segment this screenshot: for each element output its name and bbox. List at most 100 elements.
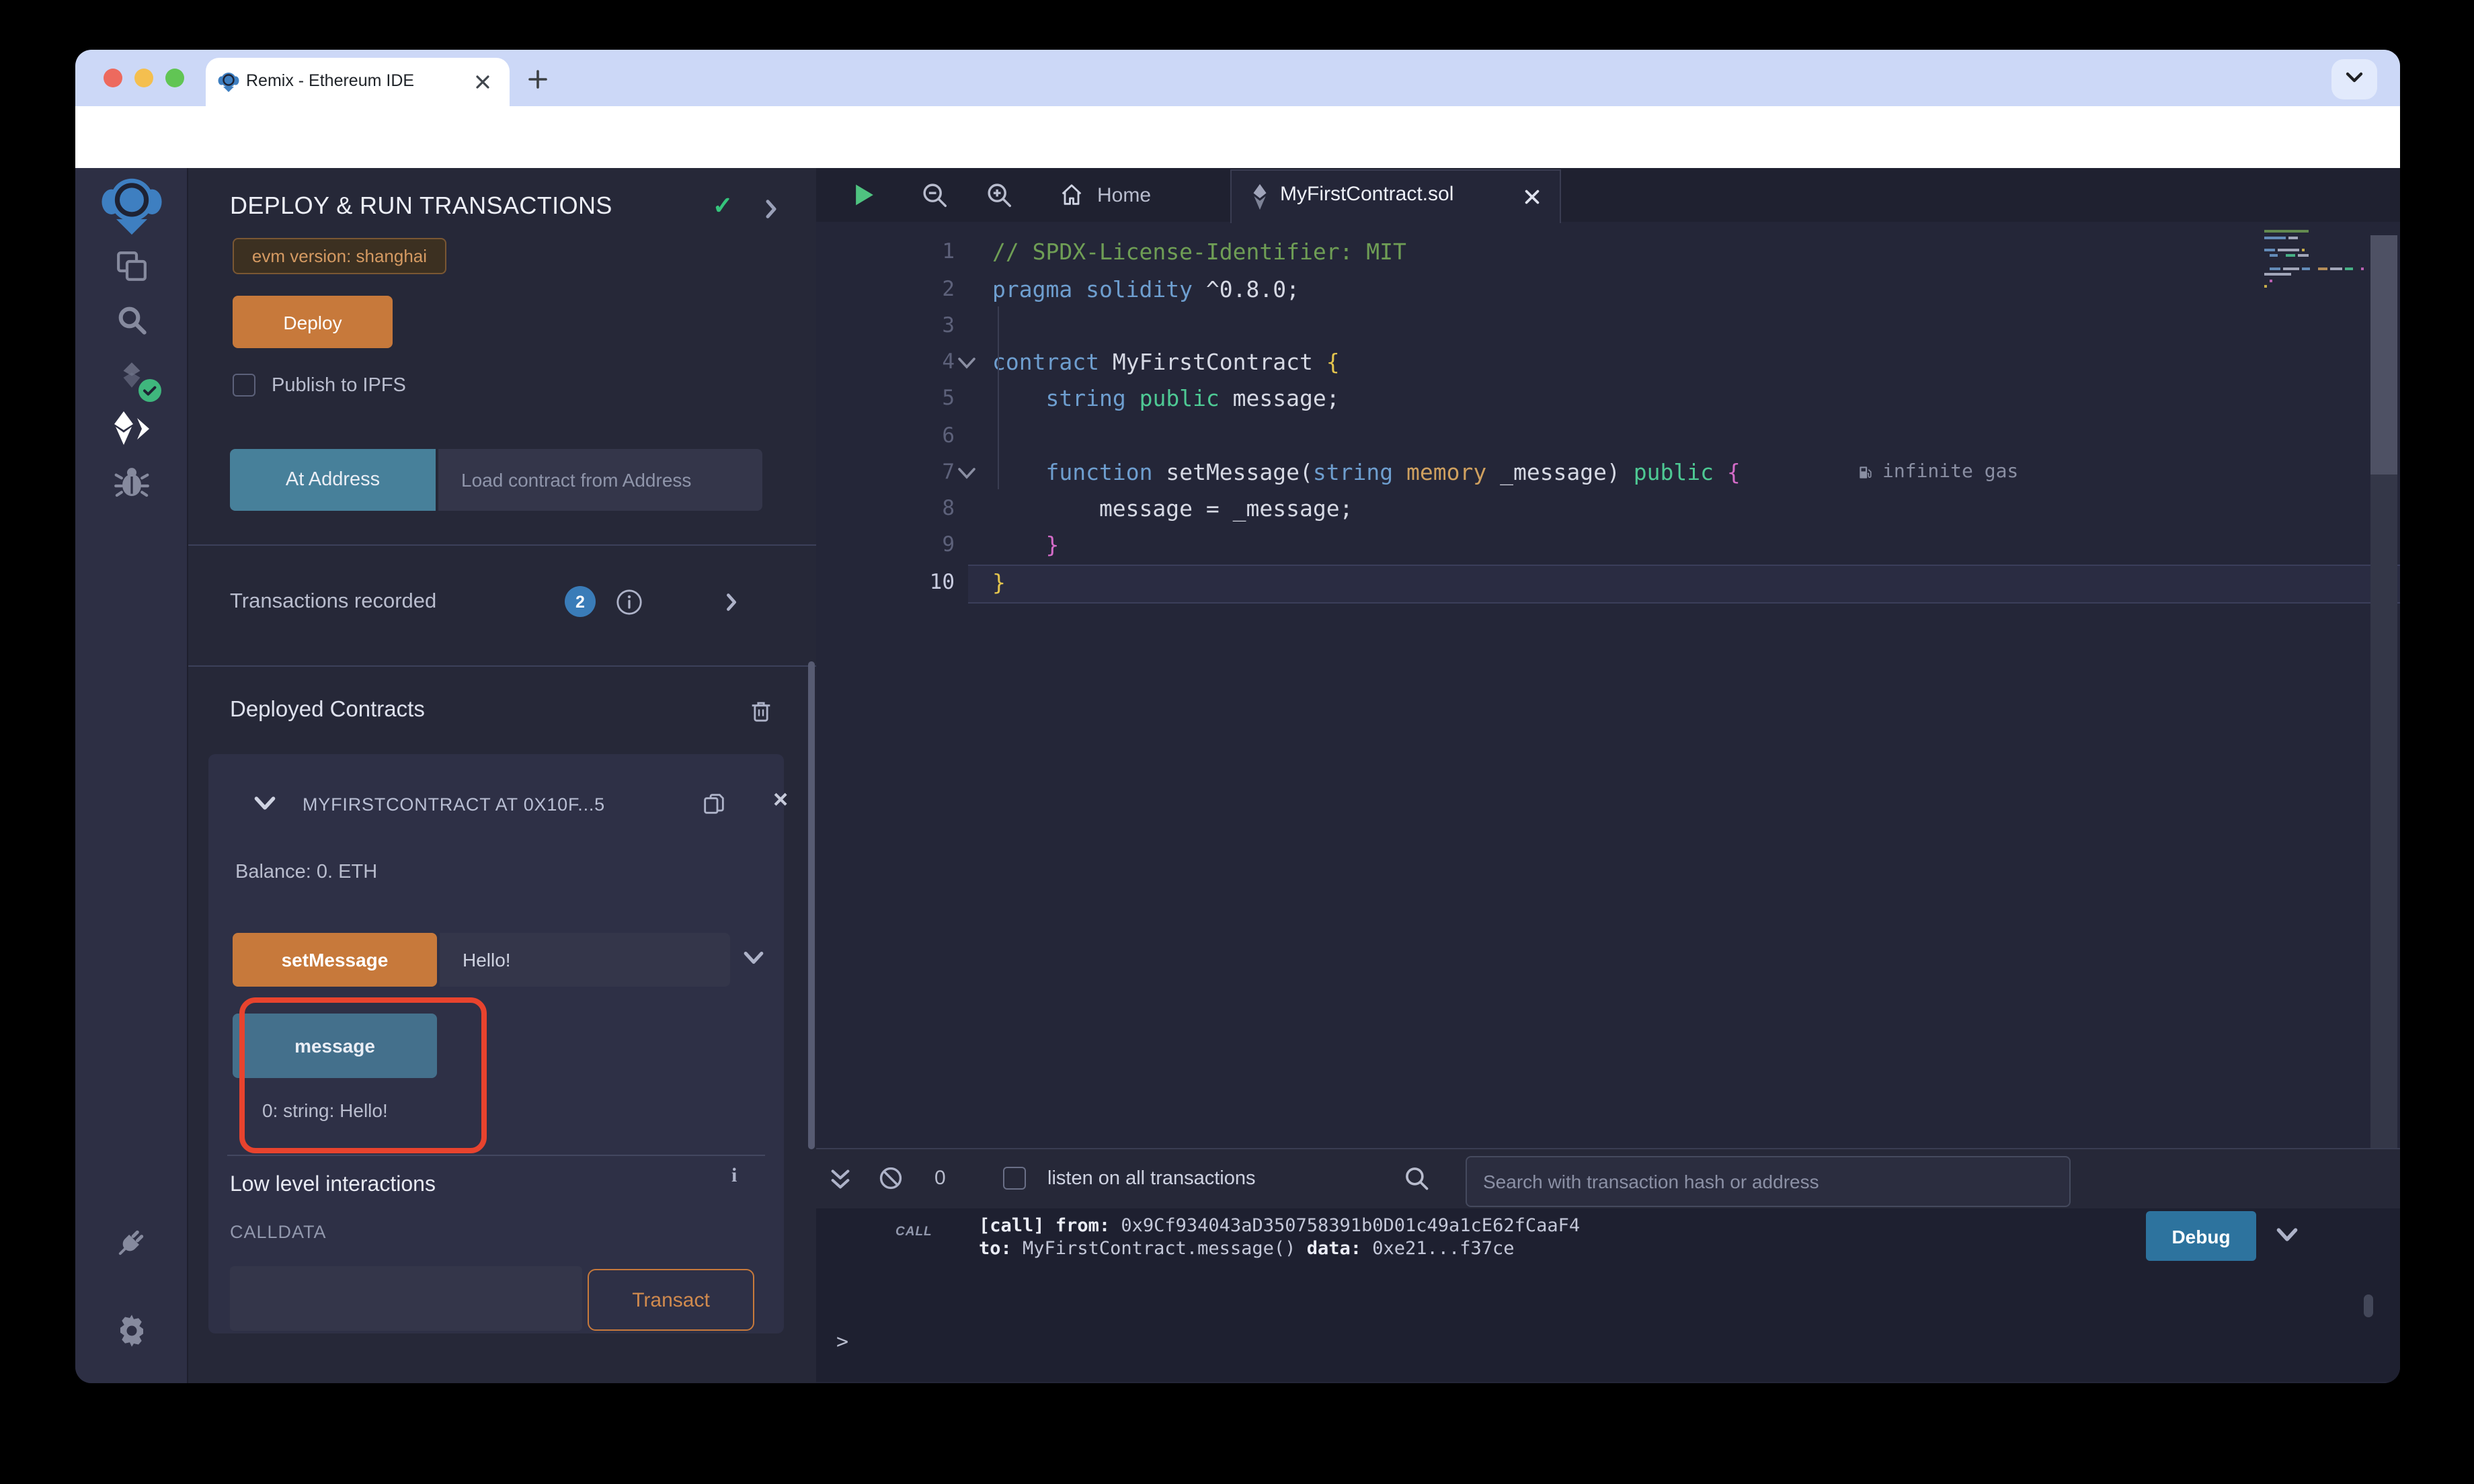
close-file-tab-icon[interactable] bbox=[1522, 187, 1542, 207]
maximize-window-button[interactable] bbox=[165, 69, 184, 87]
set-message-input[interactable] bbox=[440, 933, 730, 987]
publish-ipfs-label: Publish to IPFS bbox=[272, 375, 406, 397]
panel-collapse-chevron-icon[interactable] bbox=[764, 199, 779, 219]
browser-window: Remix - Ethereum IDE bbox=[75, 50, 2400, 1383]
code-line[interactable]: 5 string public message; bbox=[816, 381, 2400, 417]
code-line[interactable]: 8 message = _message; bbox=[816, 491, 2400, 527]
fold-chevron-icon[interactable] bbox=[957, 464, 976, 483]
panel-check-icon: ✓ bbox=[713, 192, 733, 220]
transactions-recorded-label: Transactions recorded bbox=[230, 590, 436, 614]
tab-title: Remix - Ethereum IDE bbox=[246, 71, 414, 90]
tab-file-label: MyFirstContract.sol bbox=[1280, 183, 1453, 206]
expand-params-chevron-icon[interactable] bbox=[744, 950, 764, 965]
tab-file-active[interactable]: MyFirstContract.sol bbox=[1230, 169, 1561, 223]
transactions-expand-chevron-icon[interactable] bbox=[725, 593, 738, 612]
calldata-label: CALLDATA bbox=[230, 1222, 327, 1242]
code-line[interactable]: 1// SPDX-License-Identifier: MIT bbox=[816, 235, 2400, 271]
deployed-contracts-heading: Deployed Contracts bbox=[230, 698, 425, 723]
publish-ipfs-checkbox[interactable] bbox=[233, 374, 255, 397]
debugger-icon[interactable] bbox=[75, 462, 187, 500]
zoom-out-icon[interactable] bbox=[921, 181, 949, 210]
editor-minimap[interactable] bbox=[2264, 230, 2372, 305]
compile-success-badge bbox=[138, 379, 161, 402]
new-tab-button[interactable] bbox=[524, 66, 551, 93]
panel-scrollbar[interactable] bbox=[808, 661, 815, 1149]
terminal-log-line: [call] from: 0x9Cf934043aD350758391b0D01… bbox=[979, 1215, 1580, 1237]
remix-favicon-icon bbox=[218, 71, 239, 93]
gas-annotation: infinite gas bbox=[1857, 454, 2018, 491]
browser-toolbar: remix.ethereum.org/#lang=en&optimize=fal… bbox=[75, 106, 2400, 168]
tab-search-button[interactable] bbox=[2331, 59, 2377, 99]
highlight-red-box bbox=[239, 997, 487, 1153]
debug-button[interactable]: Debug bbox=[2146, 1211, 2256, 1261]
code-line[interactable]: 2pragma solidity ^0.8.0; bbox=[816, 271, 2400, 307]
code-line[interactable]: 9 } bbox=[816, 528, 2400, 564]
transactions-info-icon[interactable] bbox=[616, 589, 643, 616]
terminal-log-line: to: MyFirstContract.message() data: 0xe2… bbox=[979, 1237, 1515, 1259]
solidity-compiler-icon[interactable] bbox=[75, 355, 187, 395]
close-window-button[interactable] bbox=[104, 69, 122, 87]
divider bbox=[188, 544, 816, 546]
call-type-badge: CALL bbox=[895, 1225, 932, 1239]
tab-home-label: Home bbox=[1097, 183, 1151, 206]
low-level-heading: Low level interactions bbox=[230, 1173, 436, 1198]
code-line[interactable]: 7 function setMessage(string memory _mes… bbox=[816, 454, 2400, 491]
solidity-file-icon bbox=[1250, 183, 1269, 211]
icon-rail bbox=[75, 168, 188, 1383]
code-editor[interactable]: 1// SPDX-License-Identifier: MIT2pragma … bbox=[816, 222, 2400, 1148]
browser-tab[interactable]: Remix - Ethereum IDE bbox=[206, 58, 510, 106]
editor-pane: Home MyFirstContract.sol 1// SPDX-Licens… bbox=[816, 168, 2400, 1383]
zoom-in-icon[interactable] bbox=[986, 181, 1014, 210]
deploy-button[interactable]: Deploy bbox=[233, 296, 393, 348]
terminal-toolbar: 0 listen on all transactions bbox=[816, 1148, 2400, 1210]
listen-transactions-checkbox[interactable] bbox=[1003, 1167, 1026, 1190]
at-address-input[interactable] bbox=[438, 449, 762, 511]
remove-instance-icon[interactable]: × bbox=[773, 786, 788, 816]
transactions-count-badge: 2 bbox=[565, 586, 596, 617]
clear-console-icon[interactable] bbox=[878, 1165, 904, 1191]
run-script-icon[interactable] bbox=[854, 183, 875, 207]
log-collapse-chevron-icon[interactable] bbox=[2276, 1227, 2298, 1242]
code-line[interactable]: 3 bbox=[816, 308, 2400, 344]
transact-button[interactable]: Transact bbox=[588, 1269, 754, 1331]
evm-version-badge: evm version: shanghai bbox=[233, 238, 446, 274]
calldata-input[interactable] bbox=[230, 1266, 582, 1331]
contract-instance-title[interactable]: MYFIRSTCONTRACT AT 0X10F...5 bbox=[303, 754, 690, 854]
divider bbox=[188, 665, 816, 667]
code-line[interactable]: 6 bbox=[816, 417, 2400, 454]
terminal-prompt[interactable]: > bbox=[836, 1329, 848, 1354]
editor-tabbar: Home MyFirstContract.sol bbox=[816, 168, 2400, 222]
settings-gear-icon[interactable] bbox=[75, 1311, 187, 1351]
terminal-expand-icon[interactable] bbox=[830, 1168, 851, 1191]
contract-collapse-chevron-icon[interactable] bbox=[254, 796, 276, 811]
terminal-search-input[interactable] bbox=[1466, 1156, 2071, 1207]
search-icon[interactable] bbox=[75, 301, 187, 339]
set-message-button[interactable]: setMessage bbox=[233, 933, 437, 987]
low-level-info-icon[interactable]: i bbox=[731, 1165, 737, 1188]
panel-title: DEPLOY & RUN TRANSACTIONS bbox=[230, 192, 612, 220]
gas-pump-icon bbox=[1857, 464, 1874, 481]
terminal-count: 0 bbox=[934, 1167, 946, 1190]
copy-address-icon[interactable] bbox=[701, 789, 727, 819]
code-line[interactable]: 10} bbox=[816, 564, 2400, 600]
plugin-manager-icon[interactable] bbox=[75, 1222, 187, 1262]
listen-transactions-label: listen on all transactions bbox=[1047, 1168, 1256, 1190]
terminal-search-icon bbox=[1404, 1165, 1431, 1192]
code-line[interactable]: 4contract MyFirstContract { bbox=[816, 344, 2400, 380]
fold-chevron-icon[interactable] bbox=[957, 354, 976, 372]
remix-logo-icon[interactable] bbox=[75, 175, 187, 237]
clear-instances-trash-icon[interactable] bbox=[748, 696, 774, 726]
editor-scrollbar-thumb[interactable] bbox=[2370, 235, 2397, 475]
deploy-run-icon[interactable] bbox=[75, 410, 187, 448]
terminal-scrollbar-dot[interactable] bbox=[2364, 1294, 2373, 1317]
deploy-run-panel: DEPLOY & RUN TRANSACTIONS ✓ evm version:… bbox=[188, 168, 816, 1383]
file-explorer-icon[interactable] bbox=[75, 247, 187, 285]
minimize-window-button[interactable] bbox=[134, 69, 153, 87]
at-address-button[interactable]: At Address bbox=[230, 449, 436, 511]
home-icon bbox=[1058, 181, 1085, 208]
close-tab-icon[interactable] bbox=[472, 71, 493, 93]
screen: Remix - Ethereum IDE bbox=[0, 0, 2474, 1484]
tab-home[interactable]: Home bbox=[1058, 168, 1151, 222]
contract-balance: Balance: 0. ETH bbox=[235, 862, 377, 883]
browser-tabstrip: Remix - Ethereum IDE bbox=[75, 50, 2400, 106]
